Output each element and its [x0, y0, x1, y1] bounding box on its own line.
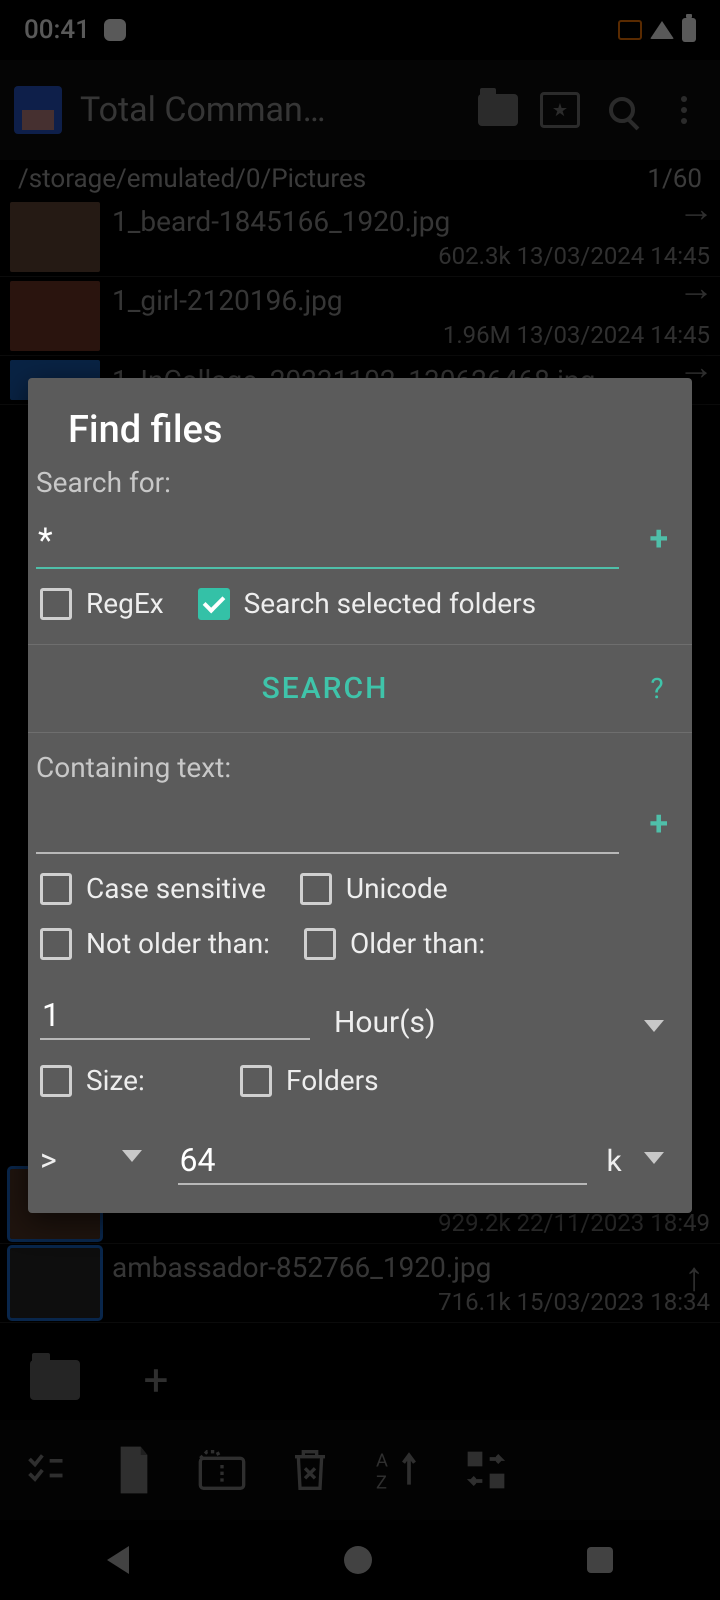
bottom-toolbar: AZ — [0, 1420, 720, 1520]
help-button[interactable]: ? — [622, 646, 692, 731]
file-meta: 602.3k 13/03/2024 14:45 — [112, 242, 710, 270]
svg-text:Z: Z — [376, 1472, 387, 1492]
add-text-button[interactable]: + — [633, 804, 684, 854]
older-checkbox[interactable] — [304, 928, 336, 960]
file-icon[interactable] — [108, 1444, 160, 1496]
search-for-label: Search for: — [28, 466, 692, 499]
app-title: Total Comman… — [80, 90, 458, 130]
add-pattern-button[interactable]: + — [633, 519, 684, 569]
arrow-right-icon[interactable]: → — [678, 267, 714, 309]
size-operator-select[interactable]: > — [40, 1141, 158, 1185]
status-bar: 00:41 — [0, 0, 720, 60]
unicode-label: Unicode — [346, 872, 448, 905]
thumbnail[interactable] — [10, 1248, 100, 1318]
back-button[interactable] — [107, 1546, 129, 1574]
notification-blob — [104, 19, 126, 41]
file-name: ambassador-852766_1920.jpg — [112, 1251, 710, 1284]
regex-checkbox[interactable] — [40, 588, 72, 620]
zip-icon[interactable] — [196, 1444, 248, 1496]
wifi-icon — [650, 21, 674, 39]
regex-label: RegEx — [86, 587, 164, 620]
cast-icon — [618, 20, 642, 40]
open-folder-button[interactable] — [476, 88, 520, 132]
list-item[interactable]: → 1_girl-2120196.jpg 1.96M 13/03/2024 14… — [0, 277, 720, 356]
home-button[interactable] — [344, 1546, 372, 1574]
navigation-bar — [0, 1520, 720, 1600]
clock: 00:41 — [24, 15, 90, 45]
file-meta: 1.96M 13/03/2024 14:45 — [112, 321, 710, 349]
add-button[interactable]: + — [130, 1354, 182, 1406]
scroll-up-icon[interactable]: ↑ — [684, 1253, 704, 1300]
file-name: 1_beard-1845166_1920.jpg — [112, 205, 710, 238]
swap-panels-icon[interactable] — [460, 1444, 512, 1496]
chevron-down-icon — [122, 1150, 142, 1162]
recents-button[interactable] — [587, 1547, 613, 1573]
search-button[interactable] — [600, 88, 644, 132]
svg-text:A: A — [376, 1450, 388, 1471]
size-checkbox[interactable] — [40, 1065, 72, 1097]
search-selected-label: Search selected folders — [244, 587, 536, 620]
dialog-title: Find files — [28, 378, 692, 466]
size-unit-select[interactable]: k — [607, 1144, 680, 1185]
thumbnail[interactable] — [10, 202, 100, 272]
file-meta: 716.1k 15/03/2023 18:34 — [112, 1288, 710, 1316]
home-folder-button[interactable] — [30, 1360, 80, 1400]
search-for-input[interactable] — [36, 499, 619, 569]
chevron-down-icon[interactable] — [644, 1020, 664, 1032]
chevron-down-icon — [644, 1152, 664, 1164]
arrow-right-icon[interactable]: → — [678, 188, 714, 230]
containing-text-input[interactable] — [36, 784, 619, 854]
delete-icon[interactable] — [284, 1444, 336, 1496]
overflow-menu-button[interactable] — [662, 88, 706, 132]
age-value-input[interactable] — [40, 984, 310, 1040]
age-unit-select[interactable]: Hour(s) — [334, 1005, 620, 1040]
case-sensitive-checkbox[interactable] — [40, 873, 72, 905]
search-selected-checkbox[interactable] — [198, 588, 230, 620]
size-label: Size: — [86, 1064, 206, 1097]
unicode-checkbox[interactable] — [300, 873, 332, 905]
containing-label: Containing text: — [28, 733, 692, 784]
list-item[interactable]: → 1_beard-1845166_1920.jpg 602.3k 13/03/… — [0, 198, 720, 277]
folders-label: Folders — [286, 1064, 379, 1097]
size-unit-value: k — [607, 1144, 622, 1179]
file-name: 1_girl-2120196.jpg — [112, 284, 710, 317]
case-sensitive-label: Case sensitive — [86, 872, 266, 905]
size-operator-value: > — [40, 1141, 57, 1179]
battery-icon — [682, 18, 696, 42]
app-header: Total Comman… ★ — [0, 60, 720, 160]
select-icon[interactable] — [20, 1444, 72, 1496]
favorites-button[interactable]: ★ — [538, 88, 582, 132]
search-button[interactable]: SEARCH — [28, 645, 622, 732]
current-path[interactable]: /storage/emulated/0/Pictures — [18, 164, 366, 194]
not-older-label: Not older than: — [86, 927, 270, 960]
older-label: Older than: — [350, 927, 485, 960]
size-value-input[interactable] — [178, 1129, 587, 1185]
list-item[interactable]: ambassador-852766_1920.jpg 716.1k 15/03/… — [0, 1244, 720, 1323]
sort-icon[interactable]: AZ — [372, 1444, 424, 1496]
app-icon[interactable] — [14, 86, 62, 134]
thumbnail[interactable] — [10, 281, 100, 351]
not-older-checkbox[interactable] — [40, 928, 72, 960]
find-files-dialog: Find files Search for: + RegEx Search se… — [28, 378, 692, 1213]
folders-checkbox[interactable] — [240, 1065, 272, 1097]
